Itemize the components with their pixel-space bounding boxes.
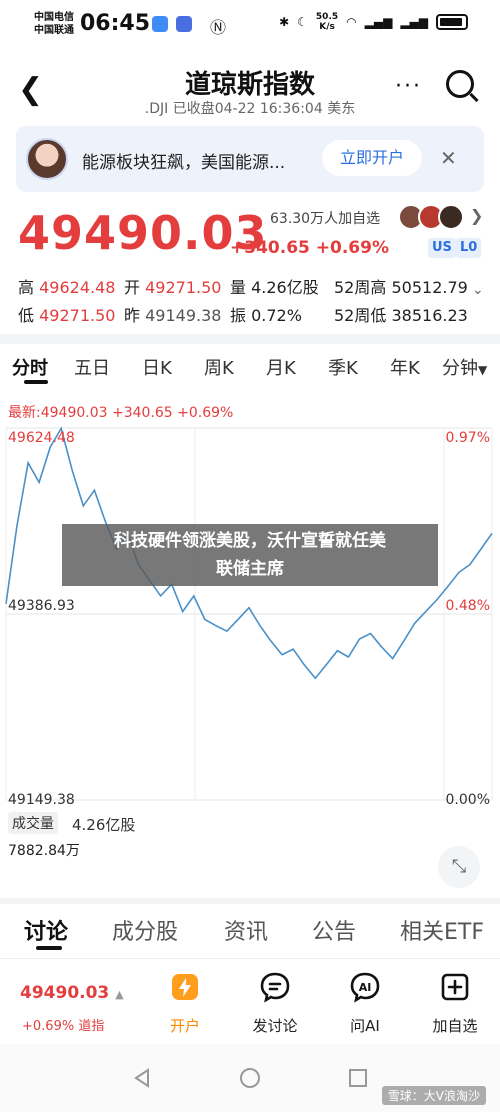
tab-weekly-k[interactable]: 周K (204, 354, 234, 380)
status-bar: 中国电信 中国联通 06:45 Ⓝ ✱ ☾ 50.5 K/s ◠ ▂▄▆ ▂▄▆ (0, 0, 500, 50)
back-nav-icon[interactable] (130, 1066, 154, 1090)
open-account-action[interactable]: 开户 (150, 971, 220, 1036)
add-watchlist-action[interactable]: 加自选 (420, 971, 490, 1036)
active-tab-indicator (36, 946, 62, 950)
moon-icon: ☾ (297, 15, 308, 29)
intraday-chart[interactable] (0, 420, 500, 810)
volume-label[interactable]: 成交量 (8, 812, 58, 834)
ask-ai-action[interactable]: AI 问AI (330, 971, 400, 1036)
status-time: 06:45 (80, 11, 151, 36)
bottom-action-bar: 49490.03 ▲ +0.69% 道指 开户 发讨论 AI 问AI 加自选 (0, 958, 500, 1044)
tab-constituents[interactable]: 成分股 (112, 914, 178, 946)
tab-news[interactable]: 资讯 (224, 914, 268, 946)
chevron-right-icon[interactable]: ❯ (470, 206, 483, 225)
active-tab-indicator (24, 380, 48, 384)
open-account-button[interactable]: 立即开户 (322, 140, 422, 176)
tab-monthly-k[interactable]: 月K (266, 354, 296, 380)
network-speed: 50.5 K/s (315, 12, 339, 32)
status-icons: ✱ ☾ 50.5 K/s ◠ ▂▄▆ ▂▄▆ (279, 12, 468, 32)
chart-latest-label: 最新:49490.03 +340.65 +0.69% (8, 405, 234, 421)
signal-icon: ▂▄▆ (364, 15, 393, 29)
carrier-info: 中国电信 中国联通 (34, 12, 74, 36)
wifi-icon: ◠ (346, 15, 357, 29)
y-axis-bottom-label: 49149.38 (8, 792, 75, 808)
level-tag-l0[interactable]: L0 (456, 238, 482, 258)
post-icon (260, 972, 290, 1003)
page-title: 道琼斯指数 (184, 70, 315, 100)
tab-minute[interactable]: 分钟▼ (442, 354, 487, 380)
bluetooth-icon: ✱ (279, 15, 290, 29)
nfc-icon: Ⓝ (210, 18, 227, 37)
tab-quarterly-k[interactable]: 季K (328, 354, 358, 380)
search-icon[interactable] (446, 70, 474, 98)
stat-amplitude: 振 0.72% (230, 306, 302, 325)
recents-nav-icon[interactable] (346, 1066, 370, 1090)
avatar (26, 138, 68, 180)
signal-icon: ▂▄▆ (400, 15, 428, 29)
app-notification-icon (152, 16, 168, 32)
y-axis-mid-label: 49386.93 (8, 598, 75, 614)
chart-grid (5, 427, 493, 801)
avatar[interactable] (438, 204, 464, 230)
svg-text:AI: AI (359, 981, 372, 994)
tab-daily-k[interactable]: 日K (142, 354, 172, 380)
pct-axis-bottom-label: 0.00% (445, 792, 490, 808)
lightning-icon (172, 974, 198, 1000)
volume-value: 4.26亿股 (72, 816, 136, 834)
banner-text: 能源板块狂飙，美国能源... (82, 153, 286, 173)
close-icon[interactable]: ✕ (440, 146, 457, 170)
app-notification-icon (176, 16, 192, 32)
mini-price[interactable]: 49490.03 ▲ (20, 983, 124, 1003)
tab-discussion[interactable]: 讨论 (24, 914, 68, 946)
expand-icon[interactable]: ⤡ (438, 846, 480, 888)
stat-high: 高 49624.48 (18, 278, 116, 297)
ai-icon: AI (350, 972, 380, 1003)
post-discussion-action[interactable]: 发讨论 (240, 971, 310, 1036)
stat-open: 开 49271.50 (124, 278, 222, 297)
stat-volume: 量 4.26亿股 (230, 278, 319, 297)
stat-low: 低 49271.50 (18, 306, 116, 325)
tab-five-day[interactable]: 五日 (74, 354, 110, 380)
home-nav-icon[interactable] (238, 1066, 262, 1090)
add-watchlist-icon (441, 973, 469, 1001)
promo-banner[interactable]: 能源板块狂飙，美国能源... 立即开户 ✕ (16, 126, 484, 192)
pct-axis-mid-label: 0.48% (445, 598, 490, 614)
y-axis-top-label: 49624.48 (8, 430, 75, 446)
stat-52w-low: 52周低 38516.23 (334, 306, 468, 325)
pct-axis-top-label: 0.97% (445, 430, 490, 446)
expand-stats-icon[interactable]: ⌄ (472, 282, 484, 298)
mini-change: +0.69% 道指 (22, 1019, 105, 1034)
market-tag-us: US (428, 238, 456, 258)
stat-52w-high: 52周高 50512.79 (334, 278, 468, 297)
price-change: +340.65 +0.69% (230, 238, 389, 258)
section-divider (0, 334, 500, 344)
watchers-count[interactable]: 63.30万人加自选 (270, 208, 380, 228)
tab-intraday[interactable]: 分时 (12, 354, 48, 380)
volume-max-label: 7882.84万 (8, 843, 80, 859)
tab-announcements[interactable]: 公告 (312, 914, 356, 946)
news-overlay[interactable]: 科技硬件领涨美股，沃什宣誓就任美 联储主席 (62, 524, 438, 586)
tab-yearly-k[interactable]: 年K (390, 354, 420, 380)
stat-prev-close: 昨 49149.38 (124, 306, 222, 325)
more-icon[interactable]: ··· (395, 74, 422, 99)
section-divider (0, 898, 500, 904)
watermark: 雪球：大V浪淘沙 (381, 1086, 486, 1105)
page-subtitle: .DJI 已收盘04-22 16:36:04 美东 (144, 101, 356, 117)
battery-icon (436, 14, 468, 30)
tab-related-etf[interactable]: 相关ETF (400, 914, 496, 946)
